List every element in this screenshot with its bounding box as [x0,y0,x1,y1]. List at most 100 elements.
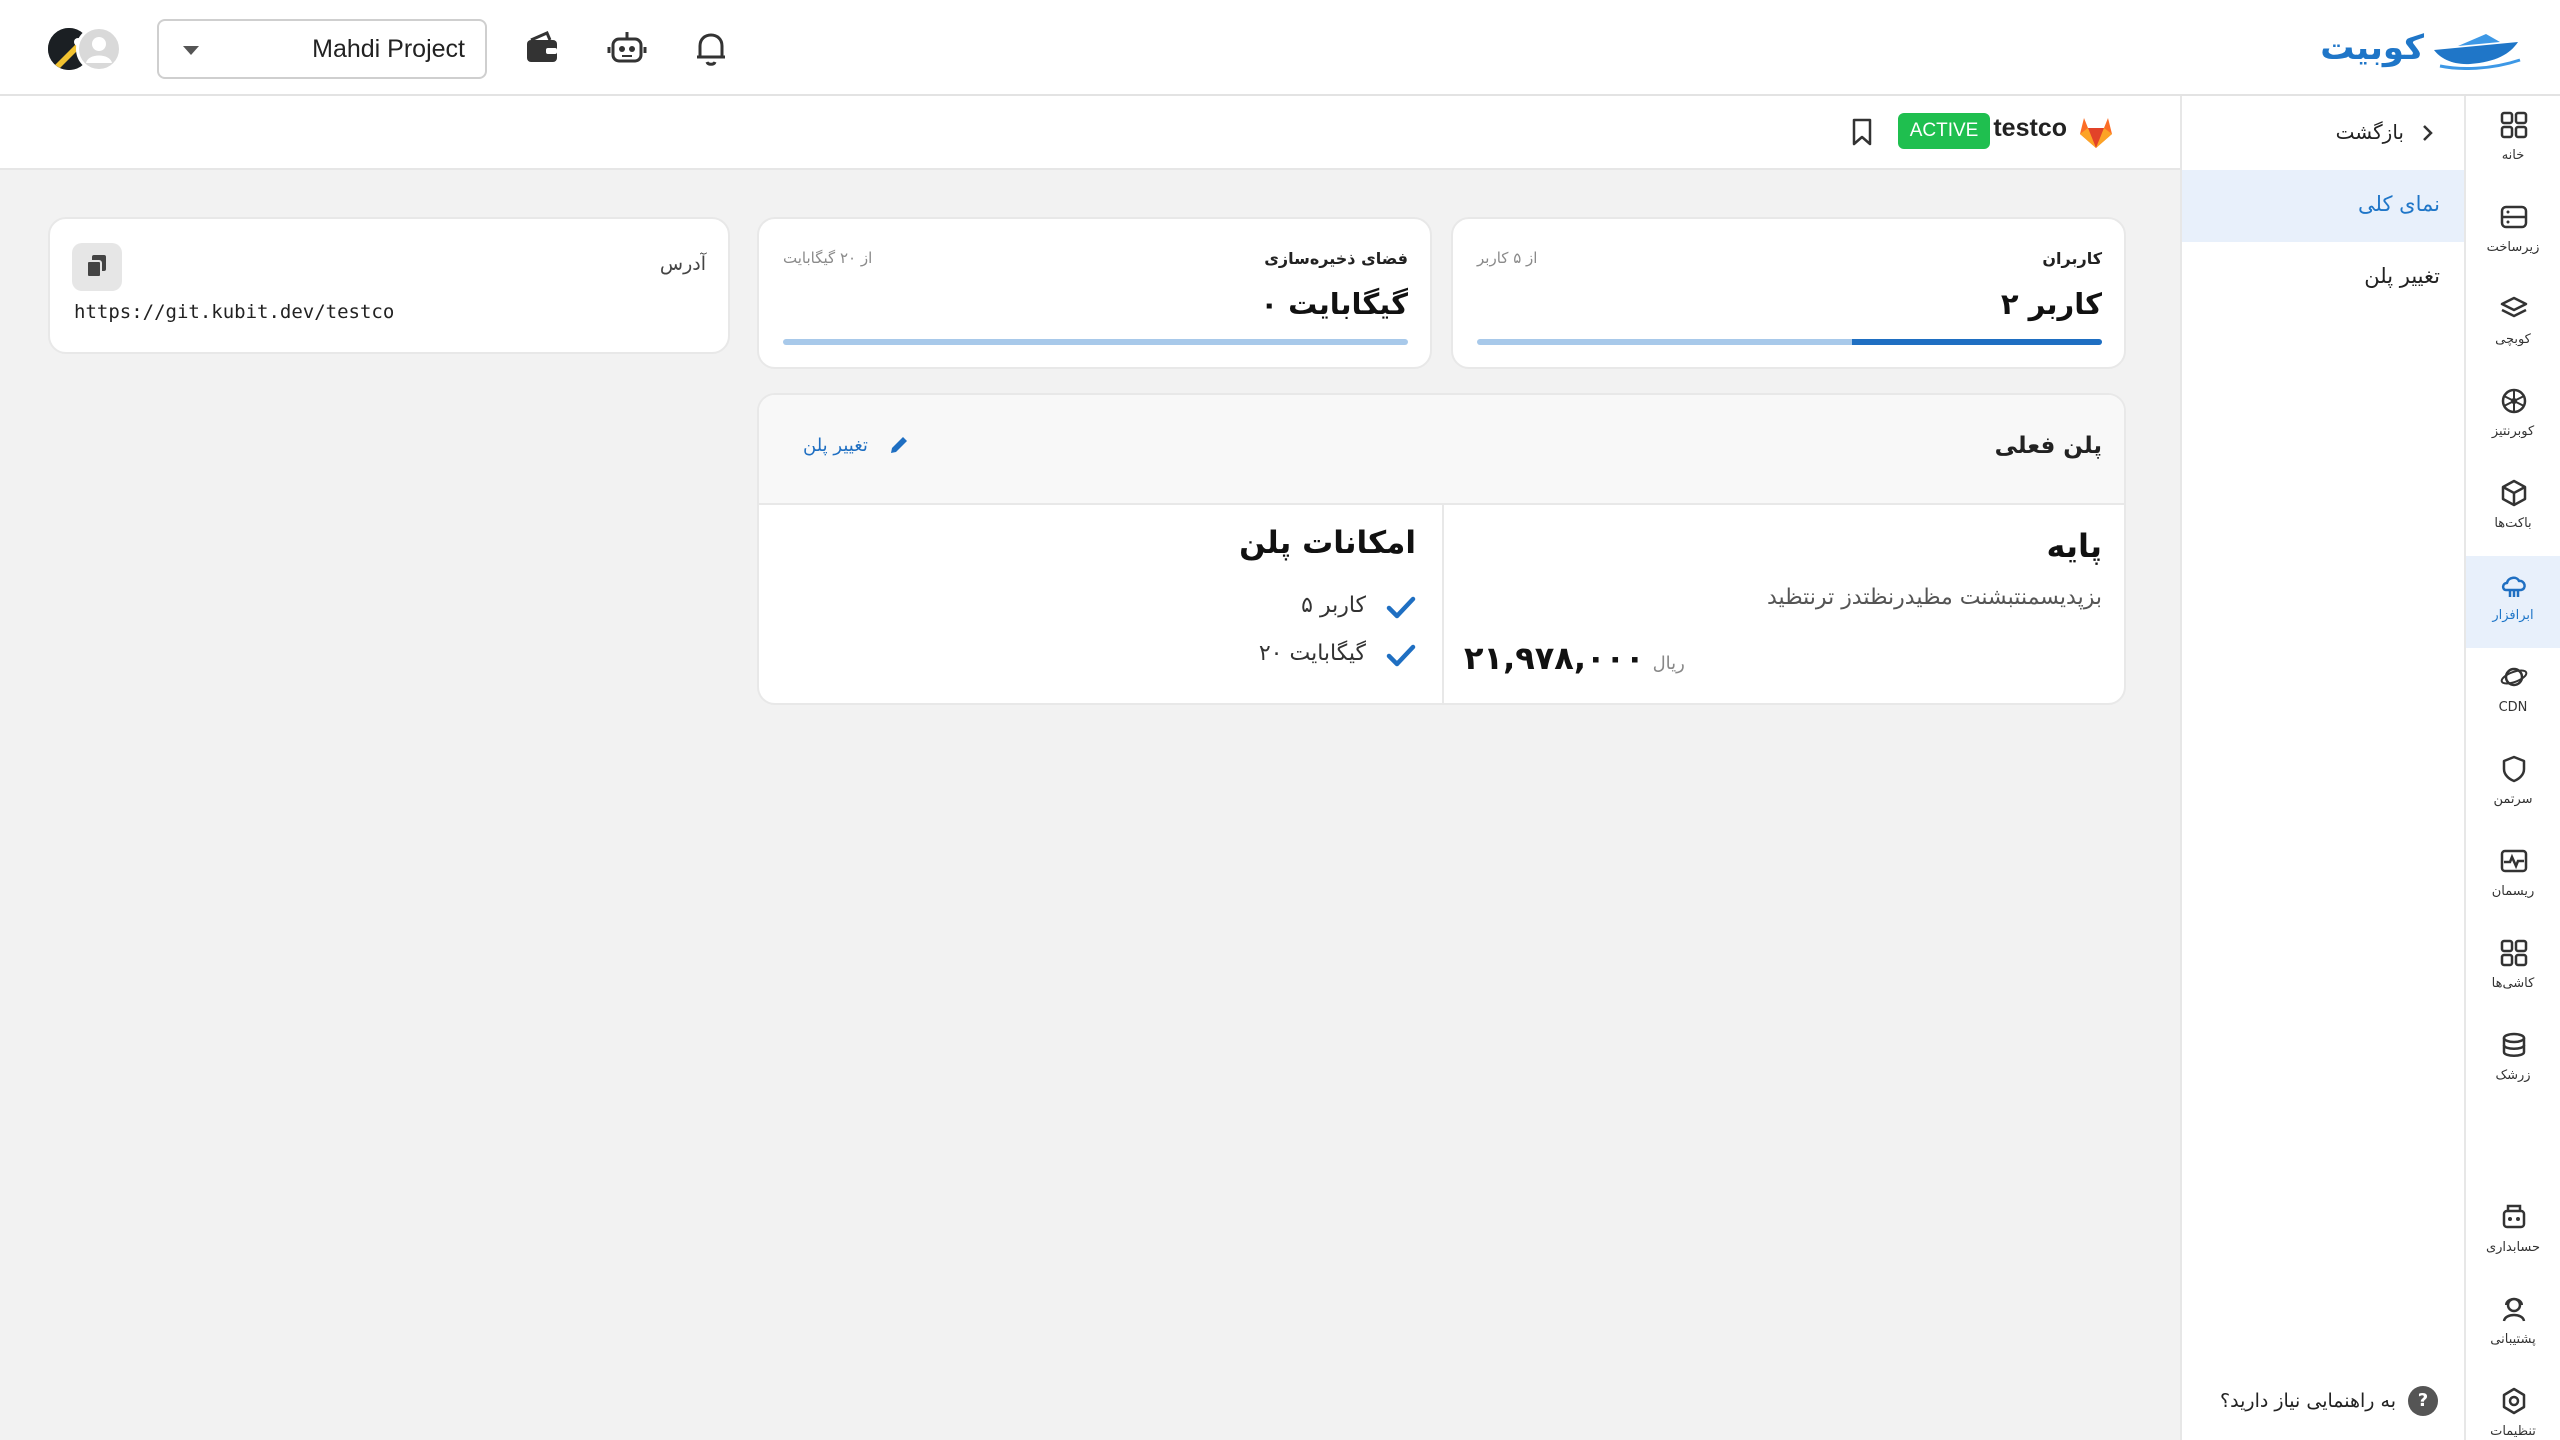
chevron-down-icon [183,46,199,55]
nav-item-infrastructure[interactable]: زیرساخت [2466,188,2560,280]
nav-item-sartman[interactable]: سرتمن [2466,740,2560,832]
project-selector-value: Mahdi Project [312,35,465,63]
nav-item-label: ریسمان [2491,884,2535,899]
nav-item-label: کاشی‌ها [2491,976,2535,991]
nav-item-zereshk[interactable]: زرشک [2466,1016,2560,1108]
grid-icon [2500,111,2528,139]
nav-item-label: پشتیبانی [2490,1332,2536,1347]
copy-button[interactable] [72,243,122,291]
plan-divider [1442,505,1444,703]
storage-card: فضای ذخیره‌سازی از ۲۰ گیگابایت ۰ گیگابای… [757,217,1432,369]
change-plan-link[interactable]: تغییر پلن [803,433,943,463]
repo-name: testco [1993,114,2067,142]
brand-logo[interactable]: کوبیت [2294,18,2524,78]
server-icon [2500,205,2528,229]
chevron-right-icon [2423,125,2433,141]
current-plan-header: پلن فعلی تغییر پلن [759,395,2124,505]
wallet-icon[interactable] [522,28,562,68]
sidebar-item-label: نمای کلی [2358,192,2440,216]
plan-description: بزپدیسمنتبشنت مظیدرنظتدز ترنتظید [1766,585,2102,610]
planet-icon [2500,667,2528,687]
plan-feature-item: ۵ کاربر [1216,591,1416,627]
storage-card-limit: از ۲۰ گیگابایت [783,249,873,267]
help-link-label: به راهنمایی نیاز دارید؟ [2220,1390,2396,1412]
support-icon [2502,1297,2526,1322]
nav-item-accounting[interactable]: حسابداری [2466,1188,2560,1280]
plan-features-title: امکانات پلن [1239,525,1416,561]
nav-item-buckets[interactable]: باکت‌ها [2466,464,2560,556]
plan-price: ۲۱,۹۷۸,۰۰۰ ریال [1464,639,1685,677]
nav-item-kubchi[interactable]: کوبچی [2466,280,2560,372]
nav-item-label: باکت‌ها [2494,516,2532,531]
brand-name: کوبیت [2320,28,2424,68]
users-card-limit: از ۵ کاربر [1477,249,1538,267]
back-link[interactable]: بازگشت [2318,116,2438,156]
nav-item-kubernetes[interactable]: کوبرنتیز [2466,372,2560,464]
nav-item-label: زیرساخت [2486,240,2540,255]
bookmark-icon[interactable] [1848,116,1876,148]
status-badge: ACTIVE [1898,113,1990,149]
box-icon [2501,479,2527,507]
nav-item-abrafzar[interactable]: ابرافزار [2466,556,2560,648]
project-selector[interactable]: Mahdi Project [157,19,487,79]
back-link-label: بازگشت [2335,120,2404,144]
storage-card-title: فضای ذخیره‌سازی [1264,249,1408,268]
nav-item-label: کوبرنتیز [2491,424,2535,439]
robot-icon[interactable] [607,28,647,68]
user-avatar[interactable] [76,26,122,72]
settings-icon [2502,1387,2526,1415]
users-card-value: ۲ کاربر [2000,287,2102,321]
nav-item-label: تنظیمات [2490,1424,2536,1439]
tiles-icon [2500,939,2528,967]
nav-item-support[interactable]: پشتیبانی [2466,1280,2560,1372]
storage-card-value: ۰ گیگابایت [1260,287,1408,321]
account-avatars[interactable] [46,26,126,72]
help-link[interactable]: ? به راهنمایی نیاز دارید؟ [2198,1386,2438,1418]
kubernetes-icon [2501,388,2527,414]
check-icon [1386,644,1416,667]
nav-item-label: حسابداری [2485,1240,2541,1255]
copy-icon [86,255,106,278]
nav-item-label: سرتمن [2493,792,2533,807]
shield-icon [2502,755,2526,783]
nav-item-label: زرشک [2495,1068,2531,1083]
nav-item-cdn[interactable]: CDN [2466,648,2560,740]
plan-price-currency: ریال [1652,653,1685,674]
gitlab-icon [2080,118,2112,148]
address-value[interactable]: https://git.kubit.dev/testco [74,301,394,323]
bell-icon[interactable] [691,28,731,68]
check-icon [1386,596,1416,619]
ship-logo-icon [2434,34,2521,70]
sidebar-item-overview[interactable]: نمای کلی [2182,170,2464,242]
plan-feature-label: ۲۰ گیگابایت [1258,641,1366,666]
nav-item-home[interactable]: خانه [2466,96,2560,188]
nav-item-settings[interactable]: تنظیمات [2466,1372,2560,1440]
current-plan-title: پلن فعلی [1994,433,2102,459]
users-card-title: کاربران [2042,249,2102,268]
plan-feature-label: ۵ کاربر [1301,593,1366,618]
cloud-app-icon [2501,576,2526,597]
change-plan-label: تغییر پلن [803,435,868,456]
question-icon: ? [2408,1386,2438,1416]
nav-item-label: کوبچی [2495,332,2531,347]
layers-icon [2500,296,2528,318]
sidebar-item-change-plan[interactable]: تغییر پلن [2182,242,2464,314]
pencil-icon [891,437,907,453]
plan-price-amount: ۲۱,۹۷۸,۰۰۰ [1464,639,1645,677]
plan-feature-item: ۲۰ گیگابایت [1216,639,1416,675]
address-card: آدرس https://git.kubit.dev/testco [48,217,730,354]
sidebar-item-label: تغییر پلن [2364,264,2440,288]
storage-usage-bar [783,339,1408,345]
section-sidebar: بازگشت نمای کلی تغییر پلن ? به راهنمایی … [2180,96,2464,1440]
nav-item-label: CDN [2498,700,2528,715]
plan-name: پایه [2046,527,2102,565]
nav-item-tiles[interactable]: کاشی‌ها [2466,924,2560,1016]
users-usage-bar [1477,339,2102,345]
calculator-icon [2502,1204,2526,1229]
users-card: کاربران از ۵ کاربر ۲ کاربر [1451,217,2126,369]
nav-item-label: خانه [2501,148,2525,163]
current-plan-card: پلن فعلی تغییر پلن پایه بزپدیسمنتبشنت مظ… [757,393,2126,705]
nav-item-risman[interactable]: ریسمان [2466,832,2560,924]
pulse-icon [2500,849,2528,873]
repo-header: testco ACTIVE [0,96,2180,170]
